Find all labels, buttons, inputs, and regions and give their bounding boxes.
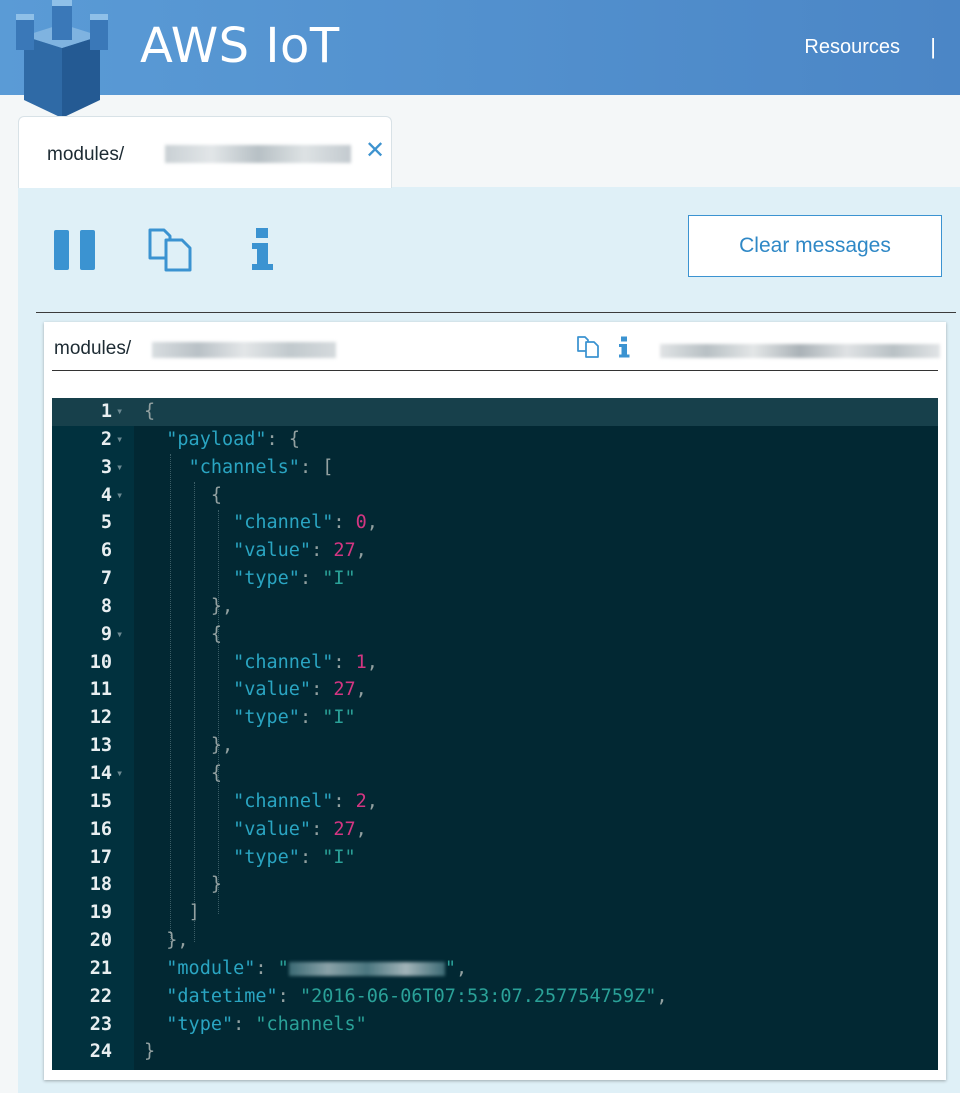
code-line: 21 "module": " ", xyxy=(89,957,468,979)
fold-arrow-icon[interactable]: ▾ xyxy=(116,621,123,649)
brand-title: AWS IoT xyxy=(140,18,340,74)
divider xyxy=(36,312,956,313)
nav-resources-link[interactable]: Resources xyxy=(804,36,900,59)
code-line: 15 "channel": 2, xyxy=(89,790,378,812)
json-code-editor[interactable]: 1 ▾{ 2 ▾ "payload": { 3 ▾ "channels": [ 4 ▾ … xyxy=(52,398,938,1070)
code-line: 12 "type": "I" xyxy=(89,707,356,729)
pause-icon xyxy=(80,230,95,270)
redacted-topic xyxy=(152,342,336,358)
code-line: 20 }, xyxy=(89,930,189,952)
code-line: 4 ▾ { xyxy=(52,482,938,510)
code-line: 18 } xyxy=(89,874,222,896)
tab-subscription[interactable]: modules/ ✕ xyxy=(18,116,392,188)
message-topic: modules/ xyxy=(54,338,132,359)
info-icon[interactable] xyxy=(618,336,630,358)
fold-arrow-icon[interactable]: ▾ xyxy=(116,398,123,426)
redacted-module xyxy=(288,961,445,976)
message-card: modules/ 1 ▾{ 2 ▾ "payload": { 3 ▾ "channel… xyxy=(44,322,946,1080)
fold-arrow-icon[interactable]: ▾ xyxy=(116,760,123,788)
pause-icon xyxy=(54,230,69,270)
code-line: 7 "type": "I" xyxy=(100,568,356,590)
code-line: 8 }, xyxy=(100,595,234,617)
code-line: 19 ] xyxy=(89,902,200,924)
tab-label: modules/ xyxy=(47,144,125,165)
code-line: 6 "value": 27, xyxy=(100,540,367,562)
divider xyxy=(52,370,938,371)
close-icon[interactable]: ✕ xyxy=(363,139,387,163)
copy-icon[interactable] xyxy=(576,334,600,358)
code-line: 13 }, xyxy=(89,735,234,757)
code-line: 23 "type": "channels" xyxy=(89,1013,367,1035)
fold-arrow-icon[interactable]: ▾ xyxy=(116,482,123,510)
code-line: 9 ▾ { xyxy=(52,621,938,649)
redacted-timestamp xyxy=(660,344,940,358)
code-line: 5 "channel": 0, xyxy=(100,512,378,534)
pause-button[interactable] xyxy=(54,230,96,270)
nav-separator: | xyxy=(930,34,936,59)
redacted-topic xyxy=(165,145,351,163)
code-line: 24} xyxy=(89,1041,156,1063)
code-line: 11 "value": 27, xyxy=(89,679,367,701)
fold-arrow-icon[interactable]: ▾ xyxy=(116,454,123,482)
code-line: 16 "value": 27, xyxy=(89,818,367,840)
info-icon[interactable] xyxy=(250,228,274,270)
code-line: 3 ▾ "channels": [ xyxy=(52,454,938,482)
code-line: 17 "type": "I" xyxy=(89,846,356,868)
code-line: 10 "channel": 1, xyxy=(89,651,378,673)
top-header: AWS IoT Resources | xyxy=(0,0,960,118)
clear-messages-button[interactable]: Clear messages xyxy=(688,215,942,277)
fold-arrow-icon[interactable]: ▾ xyxy=(116,426,123,454)
code-line: 1 ▾{ xyxy=(52,398,938,426)
aws-iot-logo-icon xyxy=(16,0,108,118)
code-line: 14 ▾ { xyxy=(52,760,938,788)
code-line: 2 ▾ "payload": { xyxy=(52,426,938,454)
code-line: 22 "datetime": "2016-06-06T07:53:07.2577… xyxy=(89,985,668,1007)
copy-icon[interactable] xyxy=(146,224,194,272)
